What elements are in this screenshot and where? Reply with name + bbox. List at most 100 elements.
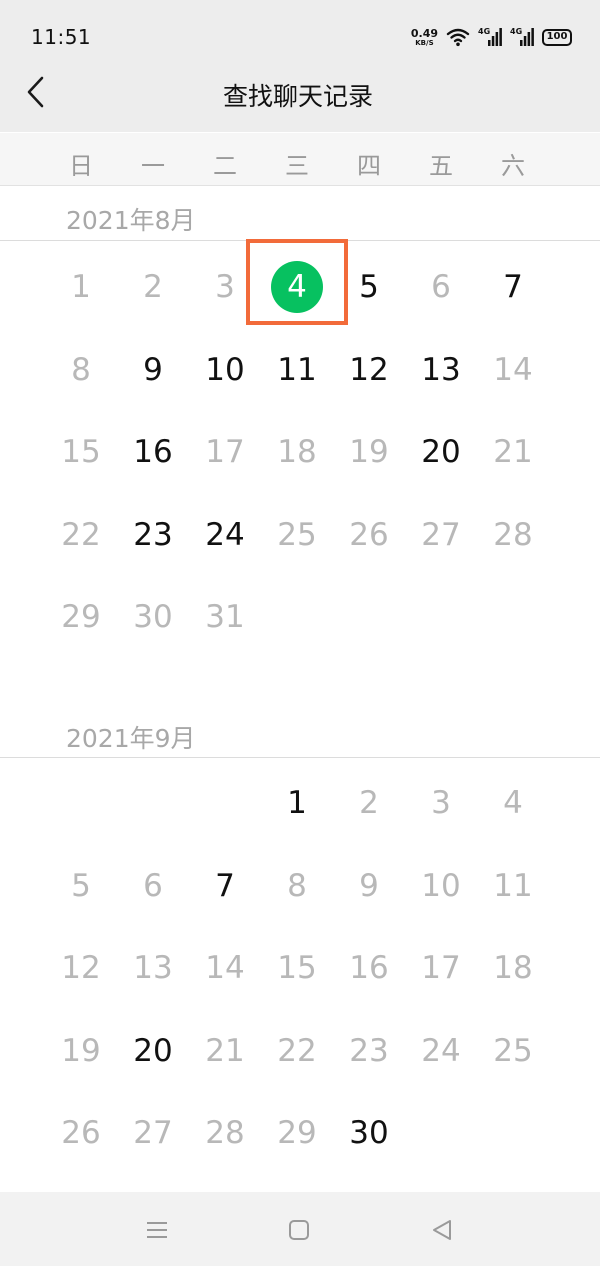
calendar-day-number: 21 — [493, 434, 533, 470]
calendar-day-number: 15 — [277, 950, 317, 986]
calendar-day-number: 23 — [349, 1032, 389, 1069]
calendar-day-number: 22 — [61, 516, 101, 553]
calendar-day-number: 6 — [431, 269, 451, 305]
calendar-day-number: 1 — [71, 269, 91, 305]
wifi-icon — [446, 28, 470, 47]
calendar-day: 25 — [481, 1019, 545, 1083]
calendar-day-number: 29 — [61, 599, 101, 635]
calendar-day: 8 — [49, 338, 113, 402]
calendar-day-number: 30 — [133, 599, 173, 635]
calendar-day-number: 2 — [359, 785, 379, 821]
calendar-day: 1 — [49, 255, 113, 319]
calendar-day: 4 — [481, 771, 545, 835]
calendar-day-number: 24 — [421, 1032, 461, 1069]
calendar-day-number: 28 — [205, 1115, 245, 1151]
system-nav-bar — [0, 1192, 600, 1266]
calendar-day-number: 9 — [143, 351, 163, 388]
calendar-day: 2 — [121, 255, 185, 319]
calendar-day-number: 5 — [71, 867, 91, 904]
network-speed-unit: KB/S — [415, 38, 434, 47]
battery-level: 100 — [546, 31, 568, 42]
calendar-day[interactable]: 7 — [481, 255, 545, 319]
calendar-day: 14 — [481, 338, 545, 402]
calendar-day[interactable]: 30 — [337, 1101, 401, 1165]
weekday-sun: 日 — [69, 152, 93, 180]
calendar-day-number: 8 — [287, 867, 307, 904]
calendar-day-number: 16 — [349, 950, 389, 986]
menu-button[interactable] — [137, 1210, 177, 1250]
calendar-day: 30 — [121, 585, 185, 649]
calendar-day[interactable]: 16 — [121, 420, 185, 484]
app-root: 11:51 0.49 KB/S 4G 4G 100 查找聊天记录 日 一 二 三… — [0, 0, 600, 1266]
weekday-mon: 一 — [141, 152, 165, 180]
calendar-day[interactable]: 12 — [337, 338, 401, 402]
page-title: 查找聊天记录 — [222, 82, 373, 111]
calendar-day-number: 7 — [215, 867, 235, 904]
calendar-day-number: 13 — [133, 950, 173, 986]
calendar-day-number: 1 — [287, 785, 307, 821]
calendar-day-number: 12 — [349, 351, 389, 388]
calendar-day[interactable]: 1 — [265, 771, 329, 835]
calendar-day: 2 — [337, 771, 401, 835]
calendar-day[interactable]: 11 — [265, 338, 329, 402]
calendar-day-number: 29 — [277, 1115, 317, 1151]
calendar-day-number: 4 — [287, 269, 307, 305]
calendar-day[interactable]: 20 — [121, 1019, 185, 1083]
calendar-day-number: 14 — [493, 351, 533, 388]
calendar-day: 15 — [49, 420, 113, 484]
calendar-day-number: 30 — [349, 1115, 389, 1151]
calendar-day-number: 16 — [133, 434, 173, 470]
calendar-day[interactable]: 7 — [193, 854, 257, 918]
calendar-day: 5 — [49, 854, 113, 918]
system-back-button[interactable] — [422, 1210, 462, 1250]
calendar-day: 23 — [337, 1019, 401, 1083]
menu-icon — [147, 1222, 167, 1238]
calendar-day-number: 10 — [421, 867, 461, 904]
calendar-day-number: 5 — [359, 269, 379, 305]
calendar-day-number: 26 — [61, 1115, 101, 1151]
weekday-header: 日 一 二 三 四 五 六 — [0, 133, 600, 186]
home-button[interactable] — [279, 1210, 319, 1250]
calendar-day-number: 27 — [133, 1115, 173, 1151]
calendar-day[interactable]: 20 — [409, 420, 473, 484]
calendar-day[interactable]: 10 — [193, 338, 257, 402]
calendar-day-number: 17 — [421, 950, 461, 986]
calendar-day[interactable]: 24 — [193, 503, 257, 567]
calendar-day-number: 15 — [61, 434, 101, 470]
weekday-tue: 二 — [213, 152, 237, 180]
calendar-day-number: 17 — [205, 434, 245, 470]
calendar-day-number: 7 — [503, 269, 523, 305]
month-title-august: 2021年8月 — [66, 206, 196, 235]
sim2-signal-icon: 4G — [510, 27, 534, 47]
weekday-sat: 六 — [501, 152, 525, 180]
calendar-day-number: 21 — [205, 1032, 245, 1069]
calendar-day: 26 — [49, 1101, 113, 1165]
network-speed: 0.49 KB/S — [411, 28, 438, 47]
weekday-thu: 四 — [357, 152, 381, 180]
calendar-day[interactable]: 23 — [121, 503, 185, 567]
calendar-day: 18 — [265, 420, 329, 484]
calendar-day-number: 26 — [349, 516, 389, 553]
calendar-day: 14 — [193, 936, 257, 1000]
calendar-day[interactable]: 9 — [121, 338, 185, 402]
calendar-day: 25 — [265, 503, 329, 567]
calendar-day-number: 20 — [421, 434, 461, 470]
calendar-day: 19 — [337, 420, 401, 484]
calendar-day-number: 28 — [493, 516, 533, 553]
calendar-day: 12 — [49, 936, 113, 1000]
calendar-day-number: 11 — [277, 351, 317, 388]
calendar-day-number: 14 — [205, 950, 245, 986]
status-icons: 0.49 KB/S 4G 4G 100 — [411, 24, 572, 50]
calendar-day: 22 — [265, 1019, 329, 1083]
title-bar: 查找聊天记录 — [0, 60, 600, 132]
calendar-day: 28 — [481, 503, 545, 567]
calendar-day-number: 3 — [215, 269, 235, 305]
calendar-day: 6 — [121, 854, 185, 918]
calendar-day: 31 — [193, 585, 257, 649]
calendar-day[interactable]: 13 — [409, 338, 473, 402]
calendar-day-number: 23 — [133, 516, 173, 553]
calendar-day: 6 — [409, 255, 473, 319]
calendar-day: 28 — [193, 1101, 257, 1165]
weekday-wed: 三 — [285, 152, 309, 180]
calendar-day: 16 — [337, 936, 401, 1000]
